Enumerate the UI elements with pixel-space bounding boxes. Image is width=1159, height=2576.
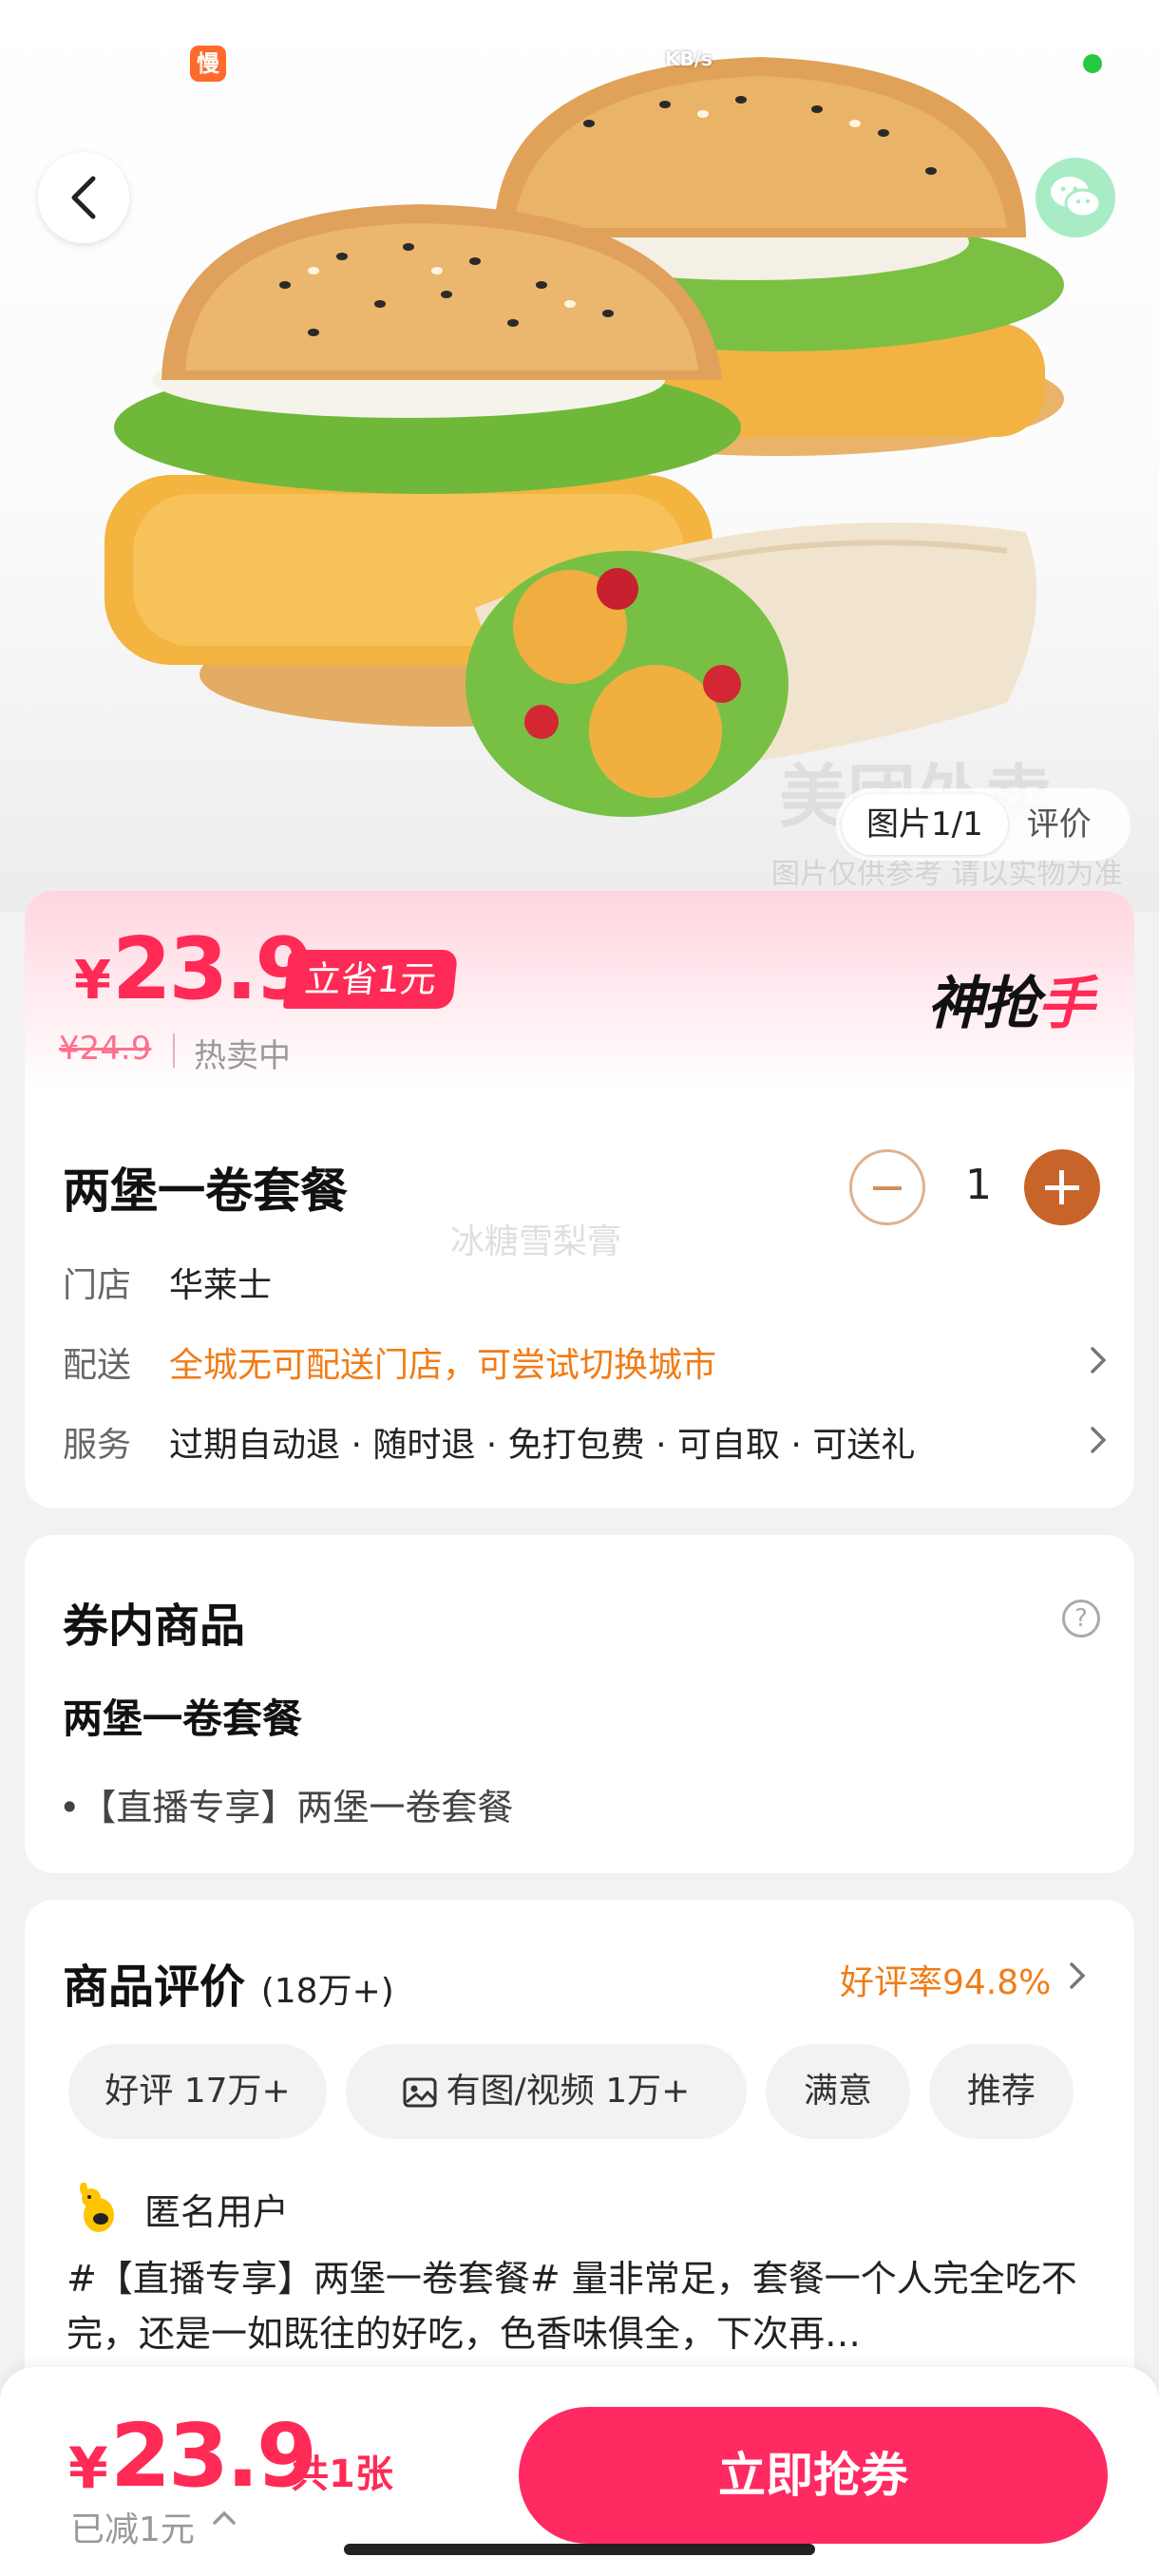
service-row[interactable]: 服务 过期自动退 · 随时退 · 免打包费 · 可自取 · 可送礼 xyxy=(63,1417,1108,1467)
quantity-increase-button[interactable] xyxy=(1024,1149,1100,1225)
chevron-left-icon xyxy=(71,176,96,219)
back-button[interactable] xyxy=(38,152,129,243)
save-badge: 立省1元 xyxy=(282,950,459,1009)
original-price: ¥24.9 xyxy=(59,1030,152,1068)
image-counter-tab[interactable]: 图片1/1 xyxy=(842,794,1008,855)
price-banner: ¥ 23.9 立省1元 ¥24.9 热卖中 神抢手 xyxy=(25,891,1134,1090)
good-rate-link[interactable]: 好评率94.8% xyxy=(840,1955,1051,2004)
total-currency: ¥ xyxy=(68,2435,108,2502)
wechat-icon xyxy=(1051,177,1102,218)
chevron-right-icon xyxy=(1091,1347,1107,1373)
product-image-hero[interactable]: 慢 KB/s 美团外卖 图片仅供参考 请以实物为准 图片1/1 评价 xyxy=(0,0,1159,912)
filter-chip-good[interactable]: 好评 17万+ xyxy=(68,2044,327,2139)
coupon-count: 共1张 xyxy=(291,2453,393,2496)
help-icon[interactable]: ? xyxy=(1062,1600,1100,1638)
coupon-item-detail: •【直播专享】两堡一卷套餐 xyxy=(59,1787,514,1828)
coupon-items-card: 券内商品 ? 两堡一卷套餐 •【直播专享】两堡一卷套餐 xyxy=(25,1535,1134,1873)
product-info-card: ¥ 23.9 立省1元 ¥24.9 热卖中 神抢手 两堡一卷套餐 1 冰糖雪梨膏… xyxy=(25,891,1134,1508)
store-label: 门店 xyxy=(63,1266,132,1305)
quantity-decrease-button[interactable] xyxy=(849,1149,925,1225)
discount-detail-toggle[interactable]: 已减1元 xyxy=(70,2502,195,2551)
grab-coupon-button[interactable]: 立即抢券 xyxy=(519,2407,1108,2544)
chevron-right-icon xyxy=(1091,1427,1107,1453)
wechat-share-button[interactable] xyxy=(1036,158,1115,237)
divider xyxy=(173,1033,175,1068)
app-notification-icon: 慢 xyxy=(190,46,226,82)
quantity-value: 1 xyxy=(965,1161,992,1209)
status-indicator-icon xyxy=(1083,54,1102,73)
price-currency: ¥ xyxy=(74,950,111,1012)
filter-chip-media[interactable]: 有图/视频 1万+ xyxy=(346,2044,747,2139)
chevron-up-icon xyxy=(213,2510,236,2525)
sale-status: 热卖中 xyxy=(194,1037,291,1075)
service-value: 过期自动退 · 随时退 · 免打包费 · 可自取 · 可送礼 xyxy=(169,1426,916,1465)
home-indicator[interactable] xyxy=(344,2544,815,2555)
kangaroo-avatar-icon xyxy=(80,2183,114,2232)
reviewer-name: 匿名用户 xyxy=(144,2191,290,2233)
coupon-section-title: 券内商品 xyxy=(63,1600,246,1653)
delivery-value: 全城无可配送门店，可尝试切换城市 xyxy=(169,1346,717,1385)
review-text[interactable]: #【直播专享】两堡一卷套餐# 量非常足，套餐一个人完全吃不完，还是一如既往的好吃… xyxy=(66,2251,1092,2361)
total-price: 23.9 xyxy=(110,2405,317,2507)
watermark-text: 冰糖雪梨膏 xyxy=(450,1222,622,1261)
review-tab[interactable]: 评价 xyxy=(1008,794,1111,855)
product-title: 两堡一卷套餐 xyxy=(63,1164,348,1219)
current-price: 23.9 xyxy=(112,919,314,1019)
store-value: 华莱士 xyxy=(169,1266,273,1305)
coupon-item-name: 两堡一卷套餐 xyxy=(63,1695,303,1742)
delivery-row[interactable]: 配送 全城无可配送门店，可尝试切换城市 xyxy=(63,1337,1108,1387)
delivery-label: 配送 xyxy=(63,1346,132,1385)
filter-chip-recommend[interactable]: 推荐 xyxy=(929,2044,1074,2139)
image-review-switch: 图片1/1 评价 xyxy=(836,788,1130,861)
network-speed: KB/s xyxy=(665,47,712,70)
chevron-right-icon xyxy=(1070,1962,1086,1989)
reviews-count: (18万+) xyxy=(260,1972,394,2011)
filter-chip-satisfied[interactable]: 满意 xyxy=(766,2044,910,2139)
store-row: 门店 华莱士 xyxy=(63,1258,1108,1307)
image-icon xyxy=(403,2077,437,2108)
promo-logo: 神抢手 xyxy=(927,971,1094,1037)
reviews-title: 商品评价 (18万+) xyxy=(63,1960,394,2014)
service-label: 服务 xyxy=(63,1426,132,1465)
